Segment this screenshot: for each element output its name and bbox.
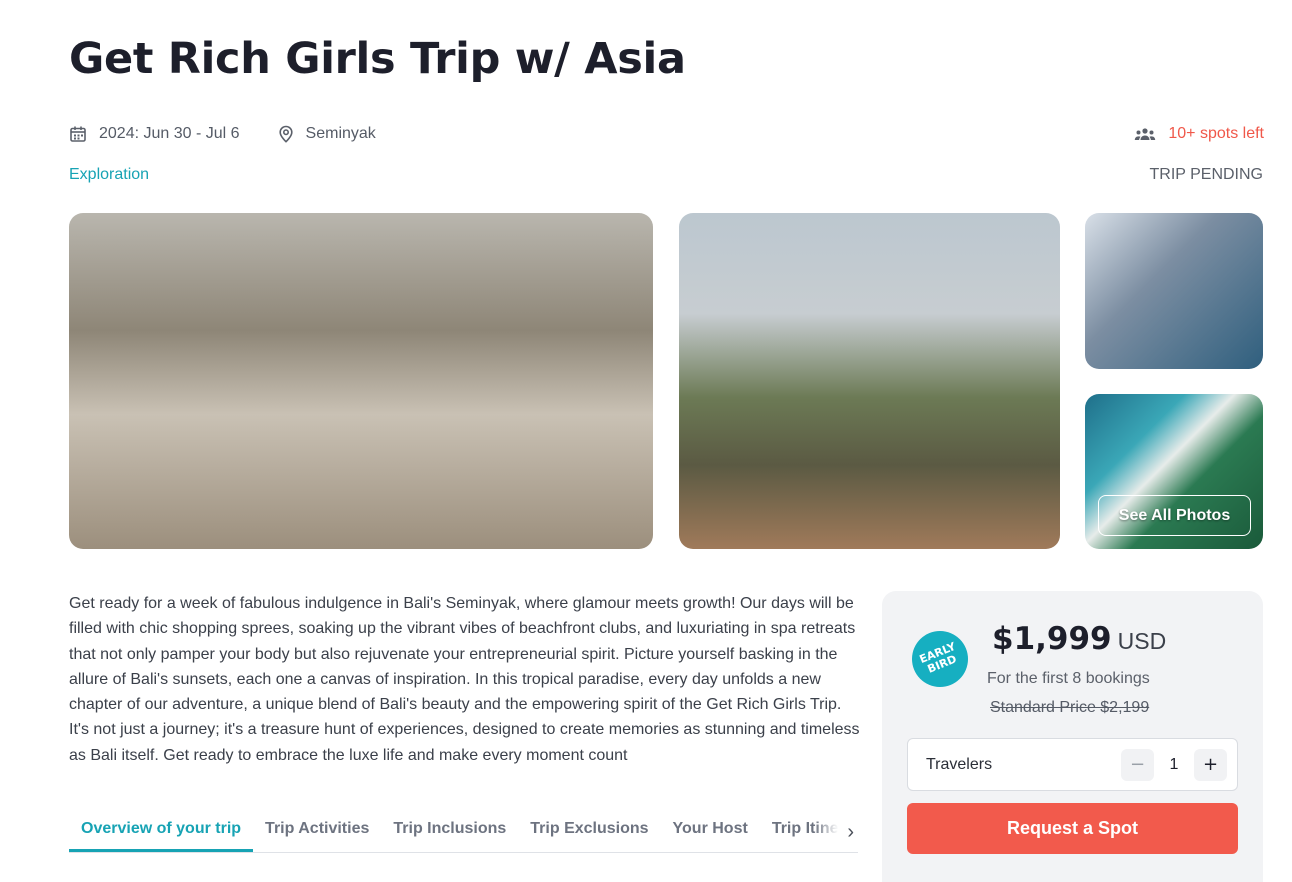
tab-host[interactable]: Your Host [661,812,760,852]
trip-dates: 2024: Jun 30 - Jul 6 [69,125,240,143]
gallery-photo-group[interactable] [679,213,1060,549]
trip-title: Get Rich Girls Trip w/ Asia [69,34,686,84]
price-note: For the first 8 bookings [987,670,1150,687]
people-icon [1134,127,1156,141]
tab-overview[interactable]: Overview of your trip [69,812,254,852]
tab-activities[interactable]: Trip Activities [253,812,381,852]
travelers-label: Travelers [926,755,993,773]
travelers-selector: Travelers − 1 + [907,738,1238,791]
travelers-stepper: − 1 + [1121,748,1227,781]
increment-button[interactable]: + [1194,748,1227,781]
standard-price: Standard Price $2,199 [990,699,1150,716]
tabs-scroll-right[interactable]: › [814,812,858,852]
gallery-photo-coast[interactable]: See All Photos [1085,394,1263,549]
calendar-icon [69,125,87,143]
location-pin-icon [278,125,294,143]
decrement-button[interactable]: − [1121,748,1154,781]
price-amount: $1,999 [992,621,1112,657]
trip-description: Get ready for a week of fabulous indulge… [69,595,860,764]
trip-location-text: Seminyak [305,125,376,142]
tab-exclusions[interactable]: Trip Exclusions [518,812,660,852]
chevron-right-icon: › [847,820,854,843]
price: $1,999 USD [992,621,1166,657]
trip-location: Seminyak [278,125,376,143]
gallery-photo-main[interactable] [69,213,653,549]
booking-panel: EARLY BIRD $1,999 USD For the first 8 book… [882,591,1263,882]
request-spot-button[interactable]: Request a Spot [907,803,1238,854]
price-currency: USD [1117,628,1167,654]
see-all-photos-button[interactable]: See All Photos [1098,495,1251,536]
trip-dates-text: 2024: Jun 30 - Jul 6 [99,125,240,142]
tab-inclusions[interactable]: Trip Inclusions [381,812,518,852]
spots-left: 10+ spots left [1134,125,1264,143]
spots-left-text: 10+ spots left [1168,125,1264,142]
early-bird-badge: EARLY BIRD [903,622,977,696]
gallery-photo-boat[interactable] [1085,213,1263,369]
travelers-count: 1 [1169,755,1179,773]
trip-status: TRIP PENDING [1149,166,1264,183]
trip-tabs: Overview of your trip Trip Activities Tr… [69,812,858,853]
trip-meta-row: 2024: Jun 30 - Jul 6 Seminyak 10+ spots … [69,122,1264,146]
category-tag[interactable]: Exploration [69,166,149,184]
